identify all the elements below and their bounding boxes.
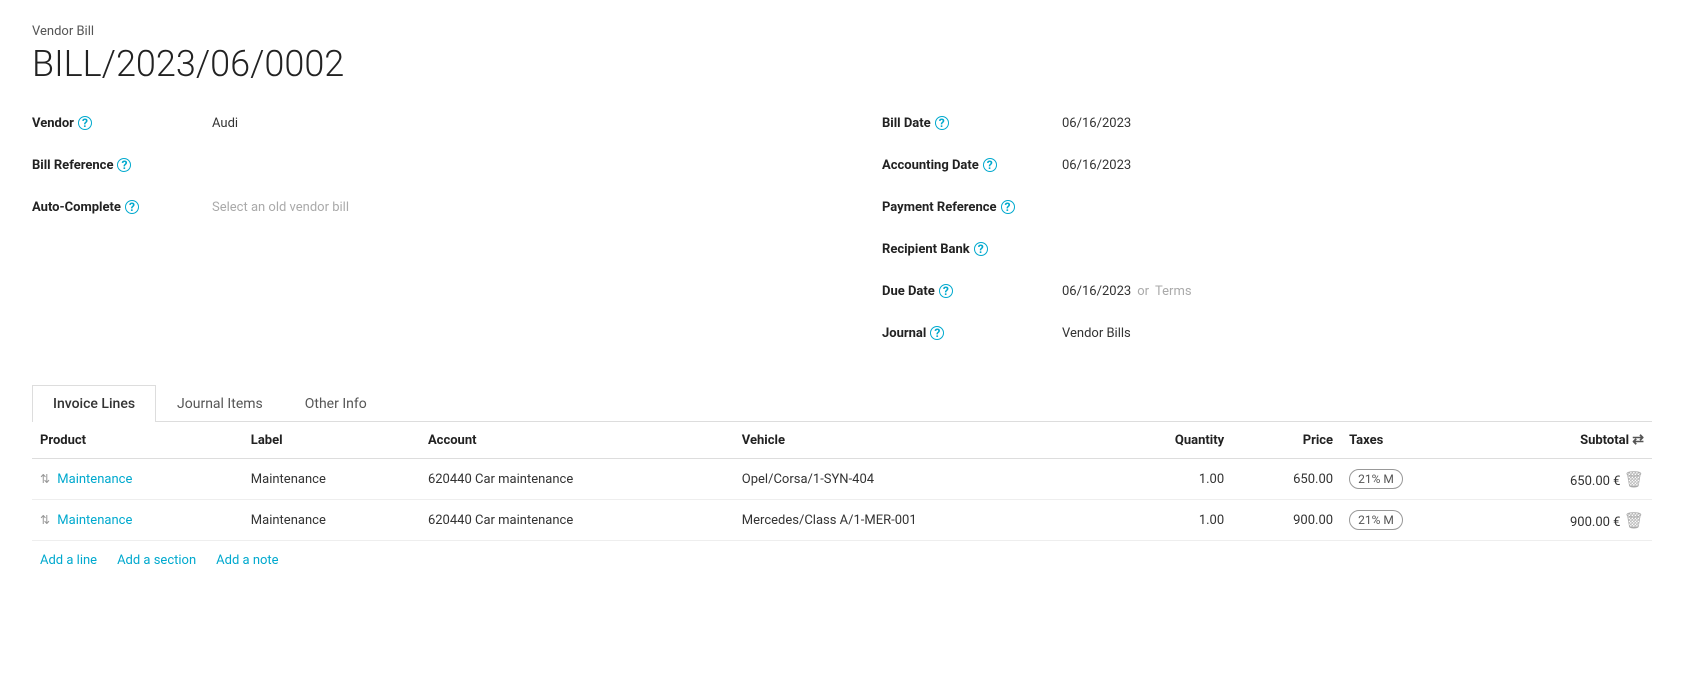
bill-date-label: Bill Date ? — [882, 116, 1062, 131]
cell-sort-product-0: ⇅ Maintenance — [32, 459, 243, 500]
auto-complete-help-icon[interactable]: ? — [125, 200, 139, 214]
vendor-field: Vendor ? Audi — [32, 109, 802, 137]
due-date-value[interactable]: 06/16/2023 — [1062, 284, 1131, 299]
auto-complete-input[interactable]: Select an old vendor bill — [212, 200, 349, 215]
add-line-button[interactable]: Add a line — [40, 553, 97, 568]
table-row: ⇅ Maintenance Maintenance 620440 Car mai… — [32, 459, 1652, 500]
add-actions: Add a line Add a section Add a note — [32, 541, 1652, 580]
cell-sort-product-1: ⇅ Maintenance — [32, 500, 243, 541]
accounting-date-label: Accounting Date ? — [882, 158, 1062, 173]
col-header-label: Label — [243, 422, 420, 459]
bill-date-help-icon[interactable]: ? — [935, 116, 949, 130]
page-label: Vendor Bill — [32, 24, 1652, 39]
add-note-button[interactable]: Add a note — [216, 553, 278, 568]
cell-vehicle-1: Mercedes/Class A/1-MER-001 — [734, 500, 1105, 541]
tab-journal-items[interactable]: Journal Items — [156, 385, 284, 422]
cell-product-0[interactable]: Maintenance — [57, 472, 132, 487]
accounting-date-help-icon[interactable]: ? — [983, 158, 997, 172]
auto-complete-field: Auto-Complete ? Select an old vendor bil… — [32, 193, 802, 221]
tabs: Invoice Lines Journal Items Other Info — [32, 385, 1652, 422]
table-row: ⇅ Maintenance Maintenance 620440 Car mai… — [32, 500, 1652, 541]
cell-price-1: 900.00 — [1232, 500, 1341, 541]
vendor-label: Vendor ? — [32, 116, 212, 131]
col-header-subtotal: Subtotal ⇄ — [1477, 422, 1652, 459]
due-date-or: or — [1137, 284, 1149, 299]
cell-product-1[interactable]: Maintenance — [57, 513, 132, 528]
journal-help-icon[interactable]: ? — [930, 326, 944, 340]
cell-quantity-1: 1.00 — [1105, 500, 1232, 541]
row-sort-icon[interactable]: ⇅ — [40, 472, 50, 486]
payment-reference-field: Payment Reference ? — [882, 193, 1652, 221]
cell-vehicle-0: Opel/Corsa/1-SYN-404 — [734, 459, 1105, 500]
accounting-date-field: Accounting Date ? 06/16/2023 — [882, 151, 1652, 179]
bill-date-field: Bill Date ? 06/16/2023 — [882, 109, 1652, 137]
bill-reference-label: Bill Reference ? — [32, 158, 212, 173]
due-date-help-icon[interactable]: ? — [939, 284, 953, 298]
due-date-terms[interactable]: Terms — [1155, 284, 1192, 299]
journal-label: Journal ? — [882, 326, 1062, 341]
page-title: BILL/2023/06/0002 — [32, 43, 1652, 85]
tab-invoice-lines[interactable]: Invoice Lines — [32, 385, 156, 422]
col-header-taxes: Taxes — [1341, 422, 1477, 459]
add-section-button[interactable]: Add a section — [117, 553, 196, 568]
col-header-product: Product — [32, 422, 243, 459]
bill-date-value[interactable]: 06/16/2023 — [1062, 116, 1131, 131]
accounting-date-value[interactable]: 06/16/2023 — [1062, 158, 1131, 173]
tax-badge-0: 21% M — [1349, 469, 1403, 489]
recipient-bank-label: Recipient Bank ? — [882, 242, 1062, 257]
col-header-price: Price — [1232, 422, 1341, 459]
recipient-bank-field: Recipient Bank ? — [882, 235, 1652, 263]
invoice-table: Product Label Account Vehicle Quantity P… — [32, 422, 1652, 541]
vendor-value[interactable]: Audi — [212, 116, 238, 131]
col-header-vehicle: Vehicle — [734, 422, 1105, 459]
cell-label-1: Maintenance — [243, 500, 420, 541]
delete-row-icon-0[interactable]: 🗑 — [1624, 470, 1644, 489]
cell-label-0: Maintenance — [243, 459, 420, 500]
tax-badge-1: 21% M — [1349, 510, 1403, 530]
cell-taxes-0: 21% M — [1341, 459, 1477, 500]
col-header-quantity: Quantity — [1105, 422, 1232, 459]
bill-reference-help-icon[interactable]: ? — [117, 158, 131, 172]
col-adjust-icon[interactable]: ⇄ — [1632, 432, 1644, 448]
cell-price-0: 650.00 — [1232, 459, 1341, 500]
table-header-row: Product Label Account Vehicle Quantity P… — [32, 422, 1652, 459]
due-date-field: Due Date ? 06/16/2023 or Terms — [882, 277, 1652, 305]
delete-row-icon-1[interactable]: 🗑 — [1624, 511, 1644, 530]
cell-subtotal-0: 650.00 € 🗑 — [1477, 459, 1652, 500]
vendor-help-icon[interactable]: ? — [78, 116, 92, 130]
journal-value[interactable]: Vendor Bills — [1062, 326, 1131, 341]
tabs-container: Invoice Lines Journal Items Other Info — [32, 385, 1652, 422]
payment-reference-help-icon[interactable]: ? — [1001, 200, 1015, 214]
cell-taxes-1: 21% M — [1341, 500, 1477, 541]
payment-reference-label: Payment Reference ? — [882, 200, 1062, 215]
bill-reference-field: Bill Reference ? — [32, 151, 802, 179]
cell-account-0: 620440 Car maintenance — [420, 459, 734, 500]
auto-complete-label: Auto-Complete ? — [32, 200, 212, 215]
recipient-bank-help-icon[interactable]: ? — [974, 242, 988, 256]
row-sort-icon[interactable]: ⇅ — [40, 513, 50, 527]
due-date-label: Due Date ? — [882, 284, 1062, 299]
cell-quantity-0: 1.00 — [1105, 459, 1232, 500]
col-header-account: Account — [420, 422, 734, 459]
journal-field: Journal ? Vendor Bills — [882, 319, 1652, 347]
cell-subtotal-1: 900.00 € 🗑 — [1477, 500, 1652, 541]
cell-account-1: 620440 Car maintenance — [420, 500, 734, 541]
tab-other-info[interactable]: Other Info — [284, 385, 388, 422]
